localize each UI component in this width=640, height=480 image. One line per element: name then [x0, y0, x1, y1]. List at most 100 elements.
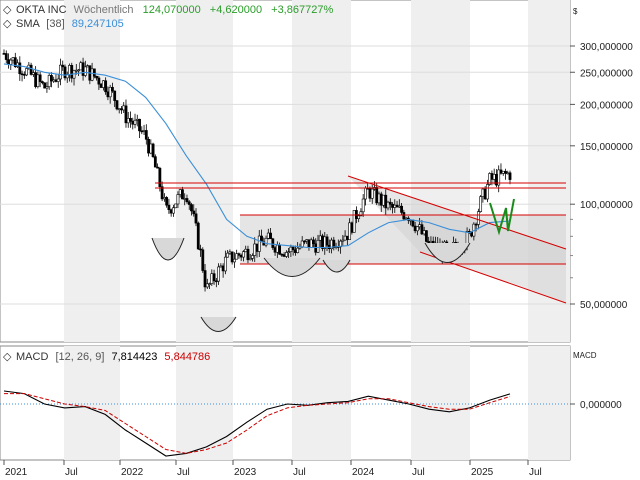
price-tick-label: 100,000000: [580, 200, 633, 211]
candle-body: [321, 235, 324, 249]
currency-label: $: [573, 7, 578, 16]
candle-body: [144, 130, 148, 140]
candle-body: [226, 252, 230, 258]
candle-body: [251, 255, 254, 259]
candle-body: [246, 248, 250, 261]
candle-body: [404, 217, 408, 220]
candle-body: [70, 65, 74, 79]
candle-body: [379, 193, 383, 206]
candle-body: [504, 170, 507, 174]
candle-body: [52, 79, 56, 82]
year-band: [411, 0, 470, 342]
macd-label: MACD: [16, 351, 48, 363]
candle-body: [296, 247, 300, 253]
candle-body: [187, 201, 191, 205]
candle-body: [343, 235, 347, 241]
candle-body: [275, 244, 279, 253]
candle-body: [104, 80, 108, 93]
candle-body: [318, 235, 322, 241]
candle-body: [499, 169, 503, 174]
candle-body: [122, 105, 126, 111]
candle-body: [38, 74, 42, 82]
candle-body: [61, 64, 65, 68]
candle-body: [393, 204, 397, 208]
candle-body: [230, 251, 234, 263]
candle-body: [41, 81, 44, 84]
candle-body: [31, 72, 35, 75]
candle-body: [400, 205, 403, 213]
sma-value: 89,247105: [72, 18, 124, 30]
candle-body: [56, 78, 60, 82]
candle-body: [284, 252, 288, 257]
candle-body: [492, 173, 496, 180]
candle-body: [300, 240, 304, 247]
candle-body: [201, 249, 205, 271]
candle-body: [282, 254, 286, 257]
time-tick-label: 2024: [352, 467, 375, 478]
candle-body: [486, 184, 489, 200]
candle-body: [266, 232, 270, 239]
candle-body: [395, 204, 399, 208]
sma-caret-icon[interactable]: ◇: [3, 18, 12, 30]
candle-body: [142, 130, 146, 132]
candle-body: [309, 239, 313, 248]
candle-body: [126, 118, 130, 124]
candle-body: [43, 82, 47, 89]
candle-body: [183, 198, 187, 200]
candle-body: [138, 118, 141, 132]
macd-params: [12, 26, 9]: [55, 351, 104, 363]
candle-body: [350, 222, 354, 233]
candle-body: [214, 280, 218, 283]
time-tick-label: 2022: [121, 467, 144, 478]
candle-body: [115, 100, 119, 110]
caret-icon[interactable]: ◇: [3, 4, 12, 16]
candle-body: [391, 203, 394, 208]
sma-label: SMA: [16, 18, 41, 30]
candle-body: [97, 77, 101, 85]
candle-body: [192, 210, 196, 215]
candle-body: [117, 108, 121, 110]
candle-body: [11, 57, 15, 61]
macd-value: 7,814423: [111, 351, 157, 363]
candle-body: [111, 86, 114, 92]
macd-axis-label: MACD: [573, 351, 597, 360]
time-axis: 2021 Jul 2022 Jul 2023 Jul 2024 Jul 2025 Jul: [3, 460, 542, 478]
candle-body: [149, 143, 153, 154]
candle-body: [135, 118, 139, 121]
candle-body: [181, 189, 184, 200]
symbol-label: OKTA INC: [16, 4, 67, 16]
candle-body: [185, 198, 189, 203]
candle-body: [361, 198, 365, 213]
sma-period: [38]: [46, 18, 64, 30]
candle-body: [223, 256, 227, 272]
candle-body: [120, 108, 123, 111]
year-band: [176, 0, 233, 342]
candle-body: [172, 207, 175, 214]
candle-body: [305, 239, 309, 242]
candle-body: [384, 194, 388, 209]
price-value: 124,070000: [143, 4, 201, 16]
candle-body: [386, 201, 390, 209]
candle-body: [255, 243, 259, 252]
candle-body: [242, 251, 245, 258]
candle-body: [205, 283, 209, 288]
price-tick-label: 300,000000: [580, 42, 633, 53]
candle-body: [167, 204, 171, 211]
candle-body: [418, 224, 422, 228]
candle-body: [190, 204, 193, 212]
year-band: [528, 346, 570, 460]
candle-body: [307, 239, 311, 248]
right-axis: $ 300,000000 250,000000 200,000000 150,0000…: [570, 7, 633, 411]
candle-body: [294, 249, 297, 253]
stock-chart[interactable]: ◇ OKTA INC Wöchentlich 124,070000 +4,620…: [0, 0, 640, 480]
candle-body: [174, 203, 178, 209]
price-tick-label: 200,000000: [580, 100, 633, 111]
candle-body: [77, 69, 80, 72]
candle-body: [34, 72, 38, 88]
candle-body: [352, 210, 356, 233]
candle-body: [370, 188, 374, 199]
candle-body: [248, 258, 252, 261]
macd-caret-icon[interactable]: ◇: [3, 351, 12, 363]
candle-body: [425, 230, 428, 242]
year-band: [64, 0, 120, 342]
